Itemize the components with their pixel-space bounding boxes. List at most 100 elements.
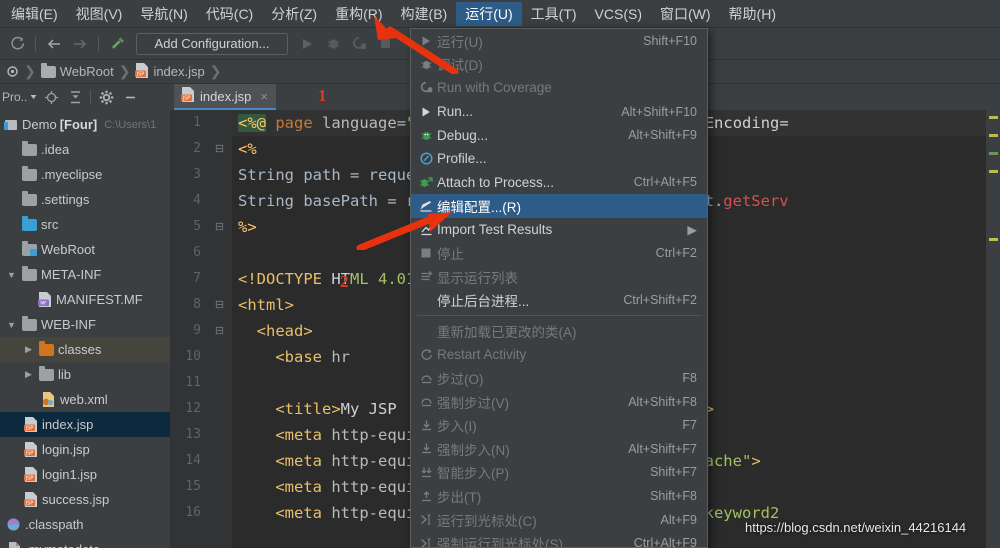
fold-marker[interactable]: ⊟ <box>214 318 225 344</box>
tree-item-myeclipse[interactable]: .myeclipse <box>0 162 170 187</box>
breadcrumb-label: index.jsp <box>153 64 205 79</box>
menu-item-edit[interactable]: 编辑(E) <box>2 2 67 26</box>
tree-item-mymetadata[interactable]: .mymetadata <box>0 537 170 548</box>
menu-step-into[interactable]: 步入(I) F7 <box>411 414 707 438</box>
stop-square-icon <box>415 245 437 261</box>
tree-item-classpath[interactable]: .classpath <box>0 512 170 537</box>
scroll-marker-warning[interactable] <box>989 134 998 137</box>
locate-icon[interactable] <box>40 87 62 107</box>
menu-stop[interactable]: 停止 Ctrl+F2 <box>411 241 707 265</box>
menu-debug[interactable]: 调试(D) <box>411 53 707 77</box>
tree-arrow-collapsed[interactable]: ▶ <box>22 369 35 380</box>
project-tree[interactable]: Demo [Four] C:\Users\1 .idea .myeclipse … <box>0 110 170 548</box>
tree-item-classes[interactable]: ▶ classes <box>0 337 170 362</box>
menu-item-view[interactable]: 视图(V) <box>67 2 132 26</box>
scroll-marker-warning[interactable] <box>989 116 998 119</box>
menu-item-vcs[interactable]: VCS(S) <box>586 2 651 26</box>
folder-icon <box>40 62 56 78</box>
breadcrumb-item-indexjsp[interactable]: JSP index.jsp <box>131 62 208 81</box>
menu-item-refactor[interactable]: 重构(R) <box>326 2 391 26</box>
hammer-icon[interactable] <box>104 32 130 56</box>
collapse-all-icon[interactable] <box>64 87 86 107</box>
settings-gear-icon[interactable] <box>95 87 117 107</box>
tree-item-meta-inf[interactable]: ▼ META-INF <box>0 262 170 287</box>
tree-item-manifest[interactable]: MF MANIFEST.MF <box>0 287 170 312</box>
stop-square-icon[interactable] <box>372 32 398 56</box>
fold-marker[interactable]: ⊟ <box>214 136 225 162</box>
menu-item-code[interactable]: 代码(C) <box>197 2 262 26</box>
chevron-down-icon[interactable] <box>29 90 38 104</box>
menu-stop-background-processes[interactable]: 停止后台进程... Ctrl+Shift+F2 <box>411 289 707 313</box>
tree-item-webxml[interactable]: web.xml <box>0 387 170 412</box>
forward-arrow-icon[interactable] <box>67 32 93 56</box>
scroll-marker-warning[interactable] <box>989 170 998 173</box>
tree-item-successjsp[interactable]: JSP success.jsp <box>0 487 170 512</box>
menu-force-step-over[interactable]: 强制步过(V) Alt+Shift+F8 <box>411 390 707 414</box>
breadcrumb-item-webroot[interactable]: WebRoot <box>37 62 118 79</box>
menu-import-test-results[interactable]: Import Test Results ▶ <box>411 218 707 242</box>
menu-item-label: 重新加载已更改的类(A) <box>437 324 577 340</box>
coverage-icon[interactable] <box>346 32 372 56</box>
tree-item-idea[interactable]: .idea <box>0 137 170 162</box>
step-out-icon <box>415 488 437 504</box>
force-step-over-icon <box>415 394 437 410</box>
sync-icon[interactable] <box>4 32 30 56</box>
fold-marker[interactable]: ⊟ <box>214 292 225 318</box>
run-configuration-selector[interactable]: Add Configuration... <box>136 32 288 55</box>
close-icon[interactable]: × <box>260 89 268 104</box>
tree-item-demo[interactable]: Demo [Four] C:\Users\1 <box>0 112 170 137</box>
tree-arrow-expanded[interactable]: ▼ <box>5 270 18 280</box>
editor-tab-indexjsp[interactable]: JSP index.jsp × <box>174 84 276 110</box>
menu-run-dialog[interactable]: Run... Alt+Shift+F10 <box>411 100 707 124</box>
tree-item-src[interactable]: src <box>0 212 170 237</box>
tree-arrow-collapsed[interactable]: ▶ <box>22 344 35 355</box>
editor-scrollbar[interactable] <box>986 110 1000 548</box>
back-arrow-icon[interactable] <box>41 32 67 56</box>
menu-force-run-to-cursor[interactable]: 强制运行到光标处(S) Ctrl+Alt+F9 <box>411 531 707 547</box>
tree-arrow-expanded[interactable]: ▼ <box>5 320 18 330</box>
menu-edit-configurations[interactable]: 编辑配置...(R) <box>411 194 707 218</box>
line-number: 1 <box>193 115 201 130</box>
line-number: 12 <box>185 401 201 416</box>
tree-item-indexjsp[interactable]: JSP index.jsp <box>0 412 170 437</box>
menu-item-window[interactable]: 窗口(W) <box>651 2 720 26</box>
line-number: 7 <box>193 271 201 286</box>
menu-run[interactable]: 运行(U) Shift+F10 <box>411 29 707 53</box>
debug-bug-icon[interactable] <box>320 32 346 56</box>
tree-item-webroot[interactable]: WebRoot <box>0 237 170 262</box>
tree-item-login1jsp[interactable]: JSP login1.jsp <box>0 462 170 487</box>
menu-step-out[interactable]: 步出(T) Shift+F8 <box>411 484 707 508</box>
menu-item-run[interactable]: 运行(U) <box>456 1 522 26</box>
menu-profile[interactable]: Profile... <box>411 147 707 171</box>
run-triangle-icon[interactable] <box>294 32 320 56</box>
menu-item-help[interactable]: 帮助(H) <box>720 2 785 26</box>
tree-item-lib[interactable]: ▶ lib <box>0 362 170 387</box>
menu-item-build[interactable]: 构建(B) <box>392 2 457 26</box>
fold-marker[interactable]: ⊟ <box>214 214 225 240</box>
menu-item-navigate[interactable]: 导航(N) <box>131 2 196 26</box>
project-panel-title-button[interactable]: Pro.. <box>2 90 38 104</box>
menu-item-analyze[interactable]: 分析(Z) <box>262 2 326 26</box>
menu-debug-dialog[interactable]: Debug... Alt+Shift+F9 <box>411 123 707 147</box>
menu-force-step-into[interactable]: 强制步入(N) Alt+Shift+F7 <box>411 437 707 461</box>
menu-step-over[interactable]: 步过(O) F8 <box>411 366 707 390</box>
menu-reload-changed-classes[interactable]: 重新加载已更改的类(A) <box>411 319 707 343</box>
menu-smart-step-into[interactable]: 智能步入(P) Shift+F7 <box>411 461 707 485</box>
run-menu-dropdown[interactable]: 运行(U) Shift+F10 调试(D) Run with Coverage … <box>410 28 708 548</box>
menu-attach-to-process[interactable]: Attach to Process... Ctrl+Alt+F5 <box>411 171 707 195</box>
tree-item-web-inf[interactable]: ▼ WEB-INF <box>0 312 170 337</box>
menu-run-to-cursor[interactable]: 运行到光标处(C) Alt+F9 <box>411 508 707 532</box>
menu-restart-activity[interactable]: Restart Activity <box>411 343 707 367</box>
tree-item-settings[interactable]: .settings <box>0 187 170 212</box>
menu-show-run-list[interactable]: 显示运行列表 <box>411 265 707 289</box>
editor-gutter[interactable]: 1 2 3 4 5 6 7 8 9 10 11 12 13 14 15 16 ⊟… <box>170 110 232 548</box>
minimize-icon[interactable] <box>119 87 141 107</box>
menu-run-with-coverage[interactable]: Run with Coverage <box>411 76 707 100</box>
menu-bar: 编辑(E) 视图(V) 导航(N) 代码(C) 分析(Z) 重构(R) 构建(B… <box>0 0 1000 28</box>
scroll-marker-info[interactable] <box>989 152 998 155</box>
breadcrumb-module-icon[interactable] <box>2 65 23 78</box>
force-step-into-icon <box>415 441 437 457</box>
scroll-marker-warning[interactable] <box>989 238 998 241</box>
tree-item-loginjsp[interactable]: JSP login.jsp <box>0 437 170 462</box>
menu-item-tools[interactable]: 工具(T) <box>522 2 586 26</box>
